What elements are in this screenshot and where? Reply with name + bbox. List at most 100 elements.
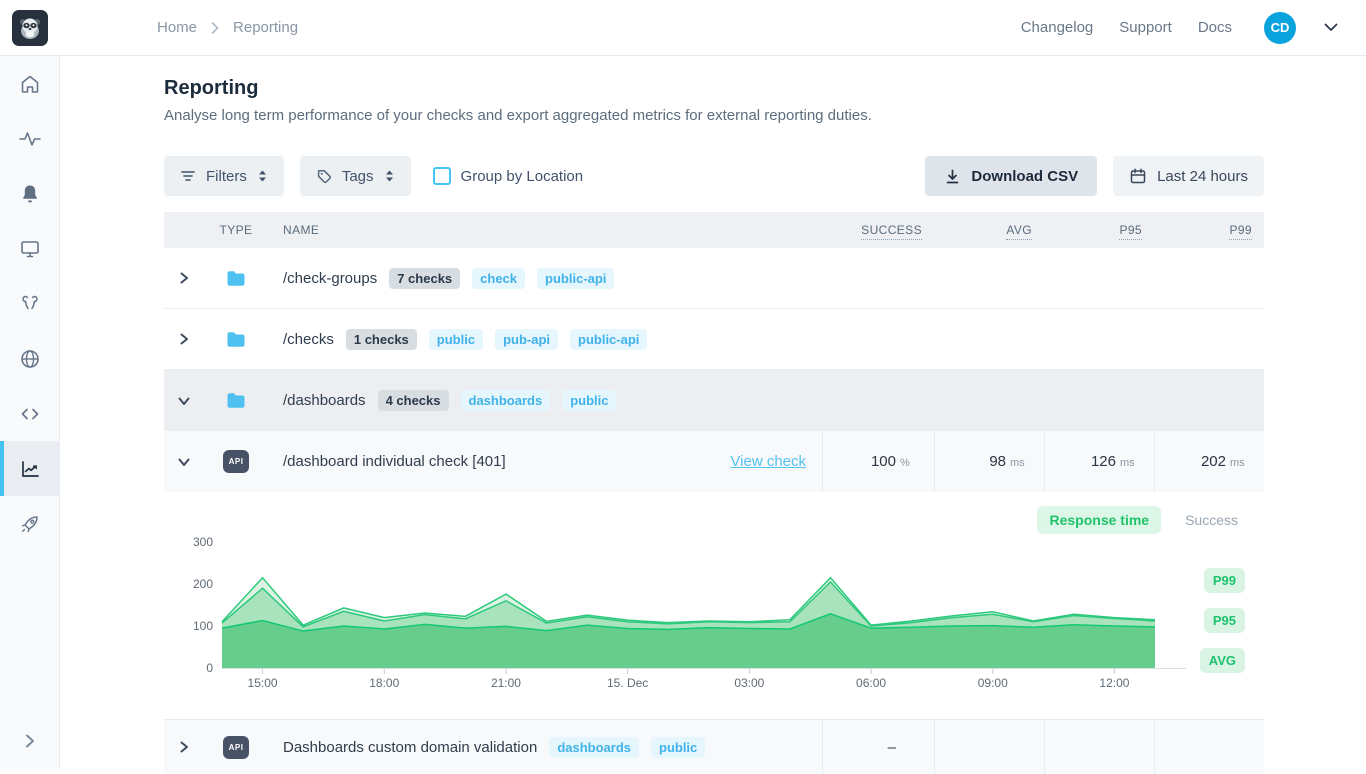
toolbar-right: Download CSV Last 24 hours xyxy=(925,156,1264,196)
sidebar-item-checks[interactable] xyxy=(0,111,60,166)
group-by-location-checkbox[interactable] xyxy=(433,167,451,185)
response-time-chart: Response time Success P99 P95 AVG 15:001… xyxy=(164,492,1264,719)
sidebar-item-alerts[interactable] xyxy=(0,166,60,221)
table-row-check-groups[interactable]: /check-groups 7 checks check public-api xyxy=(164,248,1264,309)
row-name-group: /check-groups 7 checks check public-api xyxy=(283,268,1264,289)
filter-icon xyxy=(179,167,197,185)
column-name: NAME xyxy=(283,223,822,237)
sidebar-expand-toggle[interactable] xyxy=(0,724,60,758)
changelog-link[interactable]: Changelog xyxy=(1021,19,1094,36)
check-name[interactable]: Dashboards custom domain validation xyxy=(283,739,537,756)
date-range-label: Last 24 hours xyxy=(1157,168,1248,185)
sidebar-item-integrations[interactable] xyxy=(0,496,60,551)
check-name[interactable]: /dashboard individual check [401] xyxy=(283,453,506,470)
tag[interactable]: dashboards xyxy=(549,737,639,758)
legend-avg[interactable]: AVG xyxy=(1200,648,1245,673)
main-content: Reporting Analyse long term performance … xyxy=(60,56,1366,774)
row-name-group: /checks 1 checks public pub-api public-a… xyxy=(283,329,1264,350)
sidebar-item-dashboards[interactable] xyxy=(0,221,60,276)
sidebar-item-maintenance[interactable] xyxy=(0,276,60,331)
download-csv-label: Download CSV xyxy=(971,168,1078,185)
check-type: API xyxy=(204,736,268,759)
docs-link[interactable]: Docs xyxy=(1198,19,1232,36)
x-tick-label: 03:00 xyxy=(714,676,784,690)
date-range-button[interactable]: Last 24 hours xyxy=(1113,156,1264,196)
area-chart-canvas xyxy=(164,492,1264,682)
row-name-check: /dashboard individual check [401] xyxy=(283,453,730,470)
p99-cell xyxy=(1154,720,1264,774)
expand-chevron[interactable] xyxy=(164,332,204,346)
table-row-checks[interactable]: /checks 1 checks public pub-api public-a… xyxy=(164,309,1264,370)
tag[interactable]: check xyxy=(472,268,525,289)
tag[interactable]: public xyxy=(562,390,616,411)
group-name[interactable]: /checks xyxy=(283,331,334,348)
expand-chevron[interactable] xyxy=(164,740,204,754)
tag[interactable]: pub-api xyxy=(495,329,558,350)
tag[interactable]: public xyxy=(429,329,483,350)
tag[interactable]: dashboards xyxy=(461,390,551,411)
support-link[interactable]: Support xyxy=(1119,19,1172,36)
check-count-badge: 7 checks xyxy=(389,268,460,289)
raccoon-icon xyxy=(16,14,44,42)
sidebar-item-snippets[interactable] xyxy=(0,386,60,441)
folder-icon xyxy=(204,270,268,287)
tag[interactable]: public-api xyxy=(570,329,647,350)
x-tick-label: 21:00 xyxy=(471,676,541,690)
breadcrumb-chevron-icon xyxy=(211,22,219,34)
group-name[interactable]: /dashboards xyxy=(283,392,366,409)
table-row-dashboard-individual-check[interactable]: API /dashboard individual check [401] Vi… xyxy=(164,431,1264,492)
download-csv-button[interactable]: Download CSV xyxy=(925,156,1097,196)
tags-button[interactable]: Tags xyxy=(300,156,411,196)
expand-chevron[interactable] xyxy=(164,271,204,285)
pulse-icon xyxy=(18,128,42,150)
success-cell: – xyxy=(822,720,934,774)
success-cell: 100 % xyxy=(822,431,934,492)
group-by-location-label: Group by Location xyxy=(461,168,584,185)
top-bar: Home Reporting Changelog Support Docs CD xyxy=(0,0,1366,56)
globe-icon xyxy=(19,348,41,370)
chevron-right-icon xyxy=(178,332,190,346)
top-nav: Changelog Support Docs CD xyxy=(1021,12,1338,44)
check-count-badge: 4 checks xyxy=(378,390,449,411)
group-by-location-checkbox-wrap[interactable]: Group by Location xyxy=(433,167,584,185)
toolbar: Filters Tags Group by Location Download … xyxy=(164,156,1264,196)
legend-p99[interactable]: P99 xyxy=(1204,568,1245,593)
chart-icon xyxy=(19,458,41,480)
tag[interactable]: public xyxy=(651,737,705,758)
sidebar-item-reporting[interactable] xyxy=(0,441,60,496)
column-p99: P99 xyxy=(1154,223,1264,237)
rocket-icon xyxy=(19,513,41,535)
filters-label: Filters xyxy=(206,168,247,185)
collapse-chevron[interactable] xyxy=(164,395,204,407)
x-tick-label: 12:00 xyxy=(1079,676,1149,690)
y-tick-label: 200 xyxy=(164,577,213,591)
group-name[interactable]: /check-groups xyxy=(283,270,377,287)
tag[interactable]: public-api xyxy=(537,268,614,289)
sidebar xyxy=(0,56,60,768)
table-row-dashboards-custom-domain[interactable]: API Dashboards custom domain validation … xyxy=(164,719,1264,774)
chevron-right-icon xyxy=(24,733,36,749)
sort-arrows-icon xyxy=(256,169,269,183)
legend-p95[interactable]: P95 xyxy=(1204,608,1245,633)
calendar-icon xyxy=(1129,167,1147,185)
tag-icon xyxy=(315,167,333,185)
avatar[interactable]: CD xyxy=(1264,12,1296,44)
breadcrumb: Home Reporting xyxy=(157,19,298,36)
sidebar-item-private-locations[interactable] xyxy=(0,331,60,386)
sort-arrows-icon xyxy=(383,169,396,183)
filters-button[interactable]: Filters xyxy=(164,156,284,196)
breadcrumb-home[interactable]: Home xyxy=(157,19,197,36)
sidebar-item-home[interactable] xyxy=(0,56,60,111)
x-tick-label: 15:00 xyxy=(228,676,298,690)
avg-cell xyxy=(934,720,1044,774)
app-logo-raccoon[interactable] xyxy=(12,10,48,46)
collapse-chevron[interactable] xyxy=(164,456,204,468)
table-row-dashboards[interactable]: /dashboards 4 checks dashboards public xyxy=(164,370,1264,431)
folder-icon xyxy=(204,392,268,409)
view-check-link[interactable]: View check xyxy=(730,453,806,470)
x-tick-label: 06:00 xyxy=(836,676,906,690)
account-menu-chevron-icon[interactable] xyxy=(1324,23,1338,32)
tags-label: Tags xyxy=(342,168,374,185)
chevron-down-icon xyxy=(177,456,191,468)
y-tick-label: 0 xyxy=(164,661,213,675)
